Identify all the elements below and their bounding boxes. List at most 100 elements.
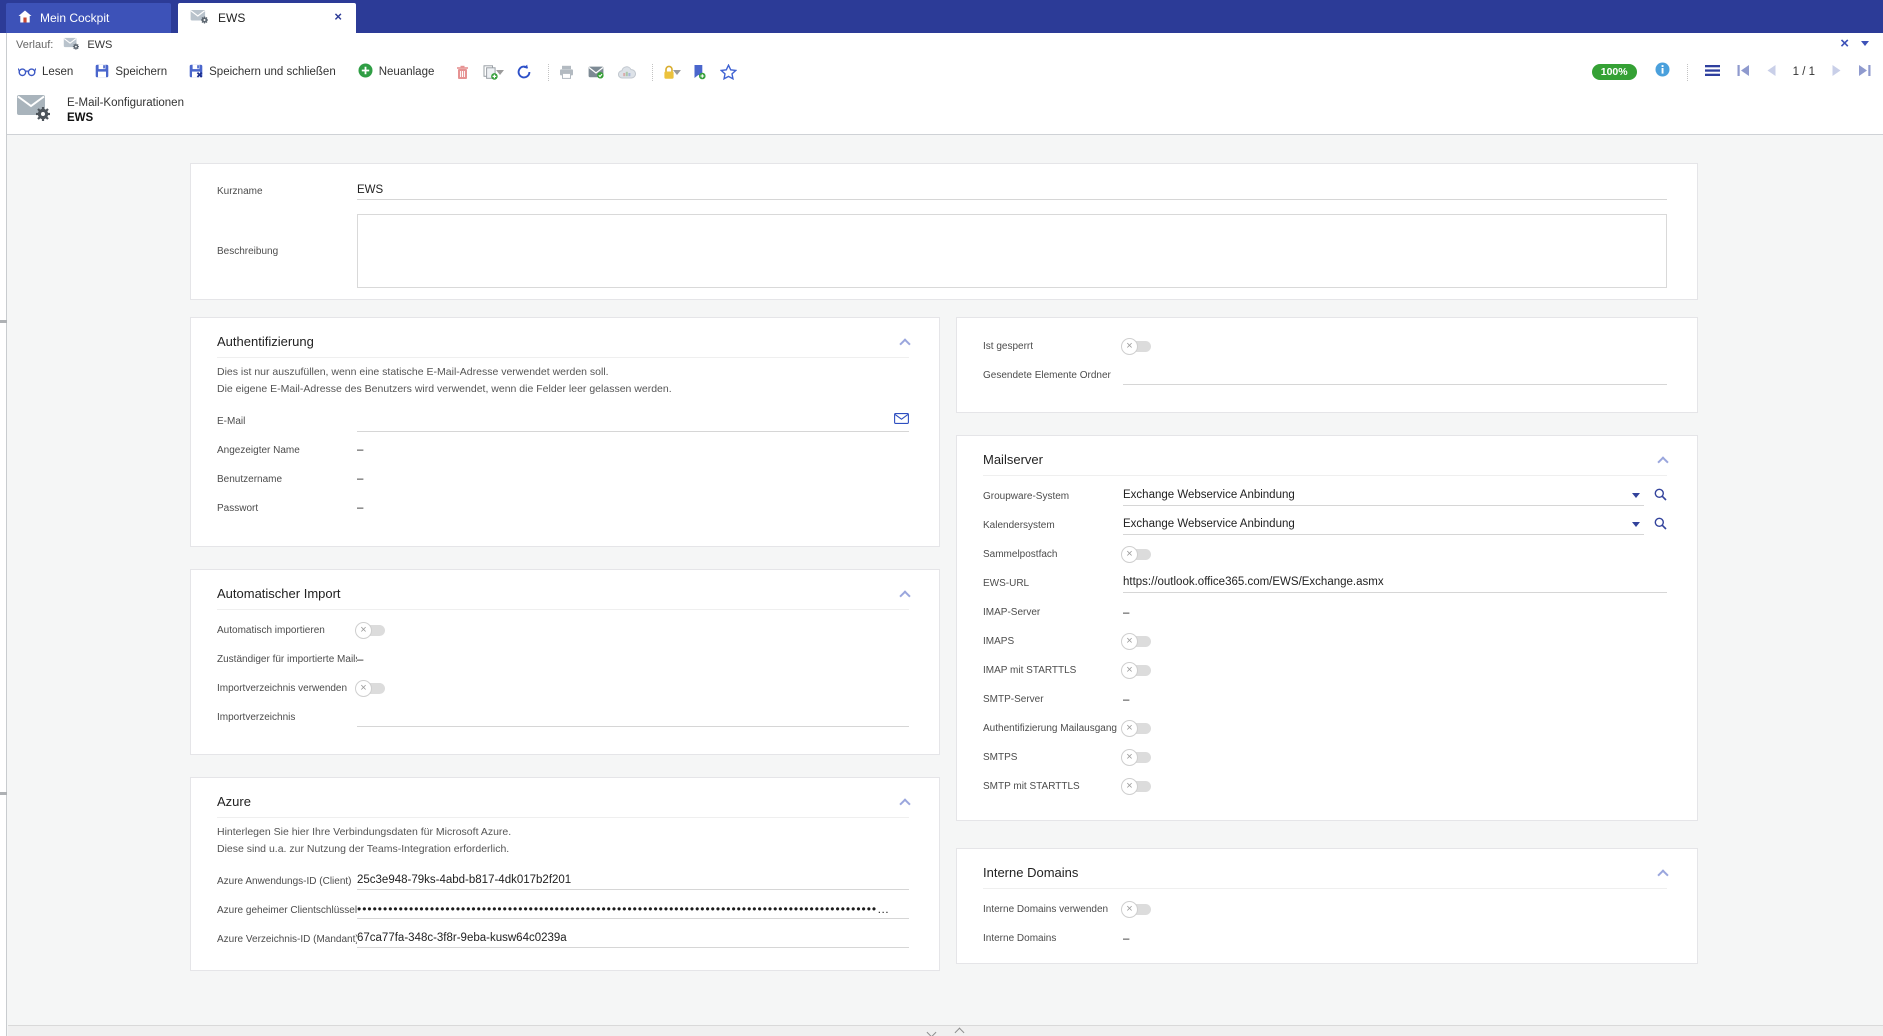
search-icon[interactable] bbox=[1654, 488, 1667, 506]
history-label: Verlauf: bbox=[16, 39, 53, 51]
auto-import-toggle[interactable]: × bbox=[359, 625, 385, 636]
history-item[interactable]: EWS bbox=[87, 39, 112, 51]
locked-toggle[interactable]: × bbox=[1125, 341, 1151, 352]
imap-starttls-toggle[interactable]: × bbox=[1125, 665, 1151, 676]
previous-page-icon bbox=[1767, 63, 1776, 81]
print-icon[interactable] bbox=[559, 65, 574, 79]
azure-tenant-id-input[interactable] bbox=[357, 932, 909, 944]
chevron-down-icon[interactable] bbox=[1861, 41, 1869, 46]
tab-mein-cockpit[interactable]: Mein Cockpit bbox=[6, 3, 171, 33]
speichern-und-schliessen-button[interactable]: Speichern und schließen bbox=[189, 64, 336, 81]
envelope-icon[interactable] bbox=[894, 411, 909, 429]
collapse-chevron-icon[interactable] bbox=[1657, 456, 1668, 467]
page-indicator: 1 / 1 bbox=[1793, 66, 1815, 78]
menu-icon[interactable] bbox=[1705, 63, 1720, 81]
first-page-icon[interactable] bbox=[1737, 63, 1750, 81]
kurzname-input[interactable] bbox=[357, 184, 1667, 196]
tab-close-icon[interactable]: × bbox=[334, 10, 342, 23]
record-type-label: E-Mail-Konfigurationen bbox=[67, 96, 184, 111]
mail-config-icon bbox=[63, 37, 81, 54]
domains-card: Interne Domains Interne Domains verwende… bbox=[956, 848, 1698, 964]
toolbar: Lesen Speichern Speichern und schließen … bbox=[0, 57, 1883, 87]
delete-icon[interactable] bbox=[456, 65, 469, 80]
lesen-button[interactable]: Lesen bbox=[18, 65, 73, 80]
refresh-icon[interactable] bbox=[516, 64, 532, 80]
neuanlage-button[interactable]: Neuanlage bbox=[358, 63, 435, 81]
calendar-system-dropdown[interactable]: Exchange Webservice Anbindung bbox=[1123, 517, 1644, 535]
ews-url-label: EWS-URL bbox=[983, 578, 1123, 589]
chevron-down-icon[interactable] bbox=[1632, 522, 1640, 527]
zoom-badge[interactable]: 100% bbox=[1592, 64, 1637, 80]
history-bar: Verlauf: EWS × bbox=[0, 33, 1883, 57]
tab-ews[interactable]: EWS × bbox=[178, 3, 356, 33]
status-card: Ist gesperrt × Gesendete Elemente Ordner bbox=[956, 317, 1698, 413]
azure-client-id-input[interactable] bbox=[357, 874, 909, 886]
mailserver-section-title: Mailserver bbox=[983, 452, 1043, 467]
collapse-chevron-icon[interactable] bbox=[899, 798, 910, 809]
azure-card: Azure Hinterlegen Sie hier Ihre Verbindu… bbox=[190, 777, 940, 971]
info-icon[interactable] bbox=[1655, 62, 1670, 82]
splitter-handle[interactable] bbox=[0, 320, 7, 323]
sent-folder-label: Gesendete Elemente Ordner bbox=[983, 370, 1123, 381]
tab-bar: Mein Cockpit EWS × bbox=[0, 0, 1883, 33]
email-input[interactable] bbox=[357, 414, 894, 426]
azure-secret-masked-value[interactable]: ••••••••••••••••••••••••••••••••••••••••… bbox=[357, 902, 909, 916]
collapse-chevron-icon[interactable] bbox=[899, 590, 910, 601]
domains-list-label: Interne Domains bbox=[983, 933, 1123, 944]
bookmark-add-icon[interactable] bbox=[693, 64, 706, 80]
groupware-label: Groupware-System bbox=[983, 491, 1123, 502]
ews-url-input[interactable] bbox=[1123, 576, 1667, 588]
smtp-server-label: SMTP-Server bbox=[983, 694, 1123, 705]
collapse-chevron-icon[interactable] bbox=[1657, 869, 1668, 880]
last-page-icon[interactable] bbox=[1858, 63, 1871, 81]
azure-client-id-label: Azure Anwendungs-ID (Client) bbox=[217, 876, 357, 887]
chevron-down-icon[interactable] bbox=[1632, 493, 1640, 498]
send-mail-icon[interactable] bbox=[588, 66, 604, 79]
toolbar-separator bbox=[1687, 64, 1688, 81]
sent-folder-input[interactable] bbox=[1123, 368, 1667, 380]
cloud-icon bbox=[618, 66, 636, 79]
toolbar-separator bbox=[548, 64, 549, 81]
lock-dropdown-icon[interactable] bbox=[673, 70, 681, 75]
smtp-auth-label: Authentifizierung Mailausgang bbox=[983, 723, 1123, 734]
imap-server-label: IMAP-Server bbox=[983, 607, 1123, 618]
smtp-starttls-toggle[interactable]: × bbox=[1125, 781, 1151, 792]
smtps-label: SMTPS bbox=[983, 752, 1123, 763]
beschreibung-textarea[interactable] bbox=[357, 214, 1667, 288]
mail-config-icon bbox=[190, 9, 210, 28]
duplicate-dropdown-icon[interactable] bbox=[496, 70, 504, 75]
email-label: E-Mail bbox=[217, 416, 357, 427]
splitter-handle[interactable] bbox=[0, 792, 7, 795]
favorite-star-icon[interactable] bbox=[720, 64, 737, 80]
use-domains-toggle[interactable]: × bbox=[1125, 904, 1151, 915]
collapse-chevron-icon[interactable] bbox=[899, 338, 910, 349]
search-icon[interactable] bbox=[1654, 517, 1667, 535]
home-icon bbox=[18, 10, 32, 26]
smtp-auth-toggle[interactable]: × bbox=[1125, 723, 1151, 734]
imap-starttls-label: IMAP mit STARTTLS bbox=[983, 665, 1123, 676]
auth-section-title: Authentifizierung bbox=[217, 334, 314, 349]
left-splitter[interactable] bbox=[0, 33, 7, 1036]
smtp-starttls-label: SMTP mit STARTTLS bbox=[983, 781, 1123, 792]
azure-secret-label: Azure geheimer Clientschlüssel bbox=[217, 905, 357, 916]
smtps-toggle[interactable]: × bbox=[1125, 752, 1151, 763]
groupware-dropdown[interactable]: Exchange Webservice Anbindung bbox=[1123, 488, 1644, 506]
auto-import-label: Automatisch importieren bbox=[217, 625, 357, 636]
responsible-label: Zuständiger für importierte Mails bbox=[217, 654, 357, 665]
auto-import-section-title: Automatischer Import bbox=[217, 586, 341, 601]
use-import-dir-toggle[interactable]: × bbox=[359, 683, 385, 694]
imaps-toggle[interactable]: × bbox=[1125, 636, 1151, 647]
imaps-label: IMAPS bbox=[983, 636, 1123, 647]
azure-tenant-id-label: Azure Verzeichnis-ID (Mandant) bbox=[217, 934, 357, 945]
tab-label: Mein Cockpit bbox=[40, 11, 109, 25]
close-history-icon[interactable]: × bbox=[1840, 36, 1849, 51]
plus-circle-icon bbox=[358, 63, 373, 81]
import-dir-input[interactable] bbox=[357, 710, 909, 722]
lesen-label: Lesen bbox=[42, 66, 73, 78]
speichern-button[interactable]: Speichern bbox=[95, 64, 167, 81]
shared-mailbox-toggle[interactable]: × bbox=[1125, 549, 1151, 560]
glasses-icon bbox=[18, 65, 36, 80]
responsible-value: – bbox=[357, 654, 363, 666]
neuanlage-label: Neuanlage bbox=[379, 66, 435, 78]
auth-description: Dies ist nur auszufüllen, wenn eine stat… bbox=[217, 364, 909, 399]
